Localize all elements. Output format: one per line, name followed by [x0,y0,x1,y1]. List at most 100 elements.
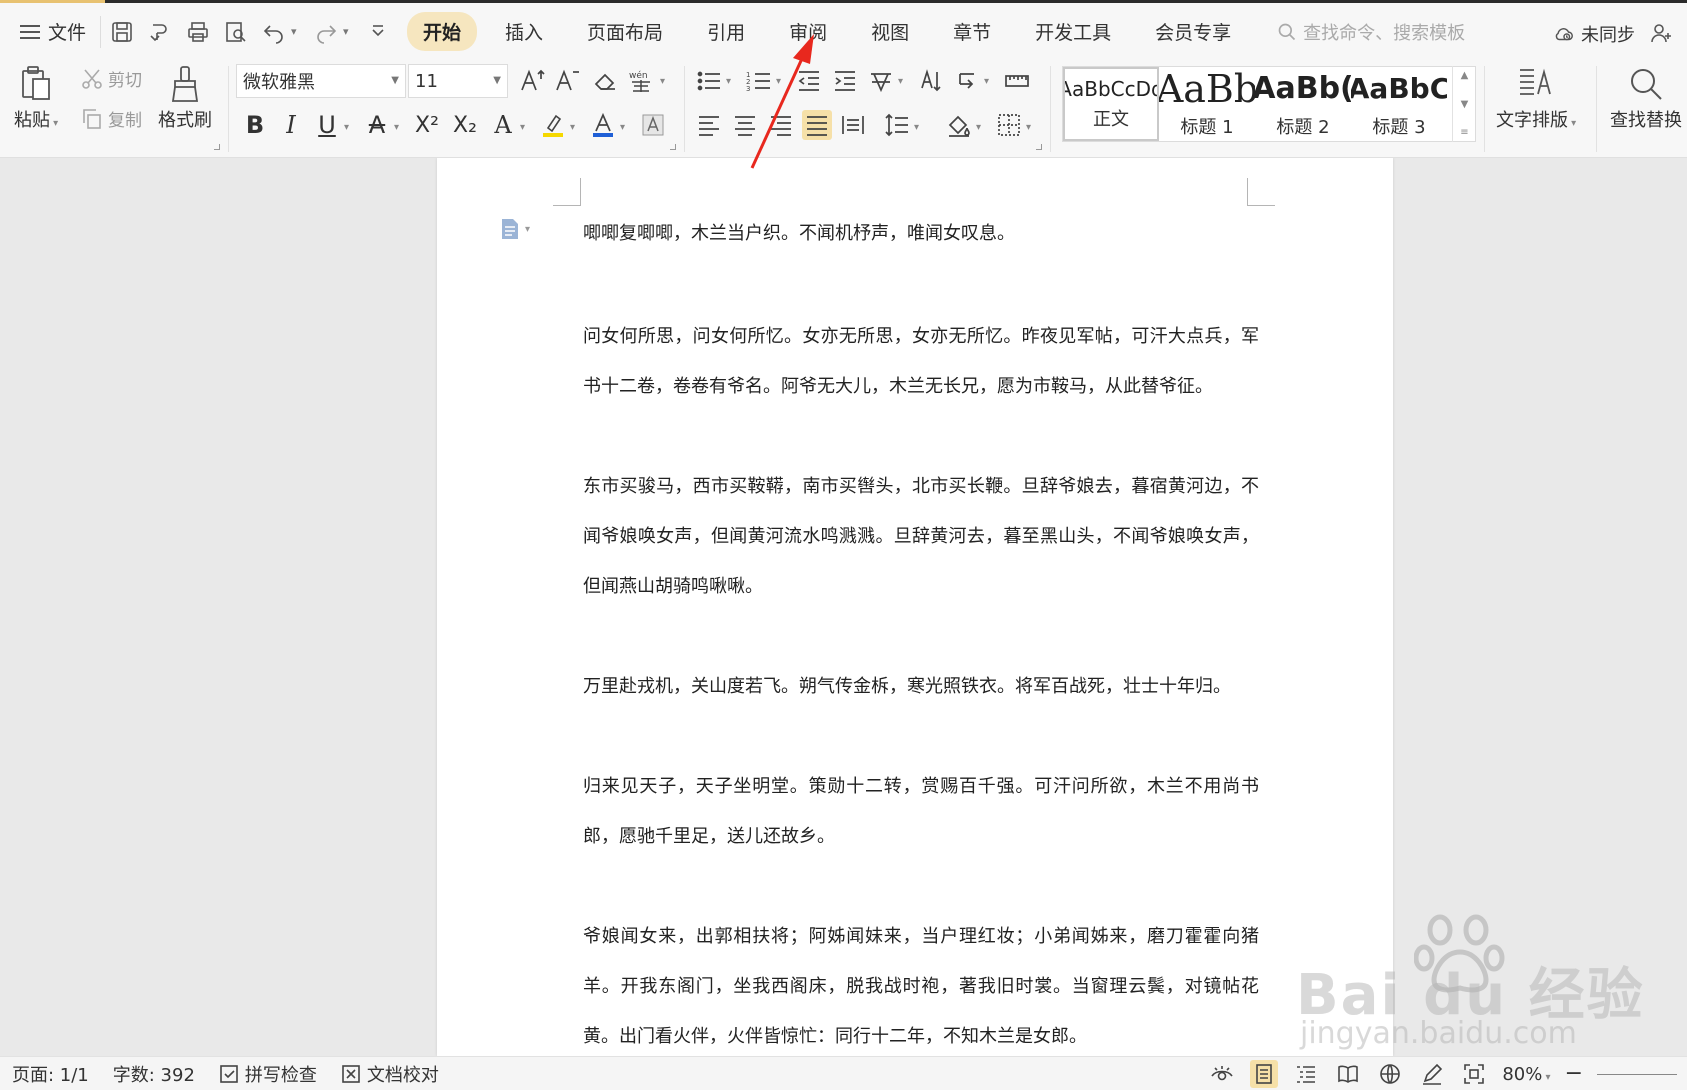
command-search[interactable]: 查找命令、搜索模板 [1277,19,1465,45]
text-effect-button[interactable]: A [488,110,518,140]
align-right-button[interactable] [766,110,796,140]
strikethrough-button[interactable]: A [362,110,392,140]
expand-gallery-icon[interactable]: ≡ [1460,127,1468,138]
text-effect-dropdown-icon[interactable]: ▾ [520,122,525,133]
superscript-button[interactable]: X² [412,110,442,140]
document-page[interactable]: ▾ 唧唧复唧唧，木兰当户织。不闻机杼声，唯闻女叹息。 问女何所思，问女何所忆。女… [437,158,1393,1056]
text-layout-button[interactable]: 文字排版 ▾ [1496,64,1576,132]
proofread-button[interactable]: 文档校对 [329,1061,451,1087]
find-replace-button[interactable]: 查找替换 [1610,64,1682,132]
tab-home[interactable]: 开始 [407,12,478,51]
char-shading-button[interactable] [638,110,668,140]
paragraph-dialog-launcher[interactable] [1036,144,1042,150]
tab-member[interactable]: 会员专享 [1139,12,1247,51]
tab-developer[interactable]: 开发工具 [1019,12,1127,51]
phonetic-dropdown-icon[interactable]: ▾ [660,76,665,87]
style-heading-3[interactable]: AaBbC 标题 3 [1351,67,1447,141]
print-icon[interactable] [185,19,211,45]
decrease-indent-button[interactable] [794,66,824,96]
font-size-select[interactable]: 11 ▼ [408,64,508,98]
page-view-button[interactable] [1250,1060,1279,1088]
tab-insert[interactable]: 插入 [489,12,559,51]
line-spacing-button[interactable] [882,110,912,140]
style-normal[interactable]: AaBbCcDd 正文 [1063,67,1159,141]
chinese-layout-dropdown-icon[interactable]: ▾ [898,76,903,87]
page-indicator[interactable]: 页面: 1/1 [0,1061,101,1087]
zoom-out-button[interactable]: − [1565,1063,1583,1085]
write-mode-button[interactable] [1418,1060,1446,1088]
undo-dropdown-icon[interactable]: ▾ [291,25,301,38]
sort-button[interactable] [916,66,946,96]
shading-dropdown-icon[interactable]: ▾ [976,122,981,133]
numbering-button[interactable]: 123 [744,66,774,96]
highlight-button[interactable] [538,110,568,140]
file-menu[interactable]: 文件 [0,12,100,52]
output-icon[interactable] [147,19,173,45]
clipboard-dialog-launcher[interactable] [214,144,220,150]
spell-check-button[interactable]: 拼写检查 [207,1061,329,1087]
style-heading-1[interactable]: AaBb 标题 1 [1159,67,1255,141]
highlight-dropdown-icon[interactable]: ▾ [570,122,575,133]
copy-button[interactable]: 复制 [80,106,142,131]
user-icon[interactable] [1649,21,1673,45]
strikethrough-dropdown-icon[interactable]: ▾ [394,122,399,133]
customize-toolbar-icon[interactable] [365,19,391,45]
tab-review[interactable]: 审阅 [773,12,843,51]
print-preview-icon[interactable] [223,19,249,45]
paste-button[interactable]: 粘贴 ▾ [14,64,58,132]
shading-button[interactable] [944,110,974,140]
redo-icon[interactable] [313,19,339,45]
sync-status[interactable]: 未同步 [1553,21,1635,47]
show-marks-button[interactable] [952,66,982,96]
chinese-layout-button[interactable] [866,66,896,96]
font-color-button[interactable] [588,110,618,140]
bullets-button[interactable] [694,66,724,96]
borders-dropdown-icon[interactable]: ▾ [1026,122,1031,133]
show-marks-dropdown-icon[interactable]: ▾ [984,76,989,87]
borders-button[interactable] [994,110,1024,140]
format-painter-button[interactable]: 格式刷 [158,64,212,132]
save-icon[interactable] [109,19,135,45]
shrink-font-button[interactable] [552,66,582,96]
align-center-button[interactable] [730,110,760,140]
subscript-button[interactable]: X₂ [450,110,480,140]
style-heading-2[interactable]: AaBb( 标题 2 [1255,67,1351,141]
font-color-dropdown-icon[interactable]: ▾ [620,122,625,133]
grow-font-button[interactable] [517,66,547,96]
tab-page-layout[interactable]: 页面布局 [571,12,679,51]
fit-window-button[interactable] [1460,1060,1488,1088]
phonetic-guide-button[interactable]: wén [626,66,656,96]
table-tools-button[interactable] [1002,66,1032,96]
line-spacing-dropdown-icon[interactable]: ▾ [914,122,919,133]
outline-view-button[interactable] [1292,1060,1320,1088]
redo-dropdown-icon[interactable]: ▾ [343,25,353,38]
numbering-dropdown-icon[interactable]: ▾ [776,76,781,87]
web-view-button[interactable] [1376,1060,1404,1088]
underline-dropdown-icon[interactable]: ▾ [344,122,349,133]
paragraph-handle[interactable]: ▾ [499,218,530,240]
zoom-slider[interactable] [1597,1073,1677,1075]
chevron-up-icon[interactable]: ▲ [1461,70,1469,81]
bullets-dropdown-icon[interactable]: ▾ [726,76,731,87]
distributed-button[interactable] [838,110,868,140]
chevron-down-icon[interactable]: ▼ [1461,99,1469,110]
undo-icon[interactable] [261,19,287,45]
clear-format-button[interactable] [590,66,620,96]
tab-references[interactable]: 引用 [691,12,761,51]
font-name-select[interactable]: 微软雅黑 ▼ [236,64,406,98]
italic-button[interactable]: I [276,110,306,140]
word-count[interactable]: 字数: 392 [101,1061,207,1087]
zoom-level[interactable]: 80% ▾ [1502,1064,1550,1085]
justify-button[interactable] [802,110,832,140]
underline-button[interactable]: U [312,110,342,140]
font-dialog-launcher[interactable] [670,144,676,150]
eye-protection-button[interactable] [1208,1060,1236,1088]
increase-indent-button[interactable] [830,66,860,96]
tab-view[interactable]: 视图 [855,12,925,51]
cut-button[interactable]: 剪切 [80,66,142,91]
reading-view-button[interactable] [1334,1060,1362,1088]
align-left-button[interactable] [694,110,724,140]
tab-sections[interactable]: 章节 [937,12,1007,51]
bold-button[interactable]: B [240,110,270,140]
document-body[interactable]: 唧唧复唧唧，木兰当户织。不闻机杼声，唯闻女叹息。 问女何所思，问女何所忆。女亦无… [583,206,1259,1056]
